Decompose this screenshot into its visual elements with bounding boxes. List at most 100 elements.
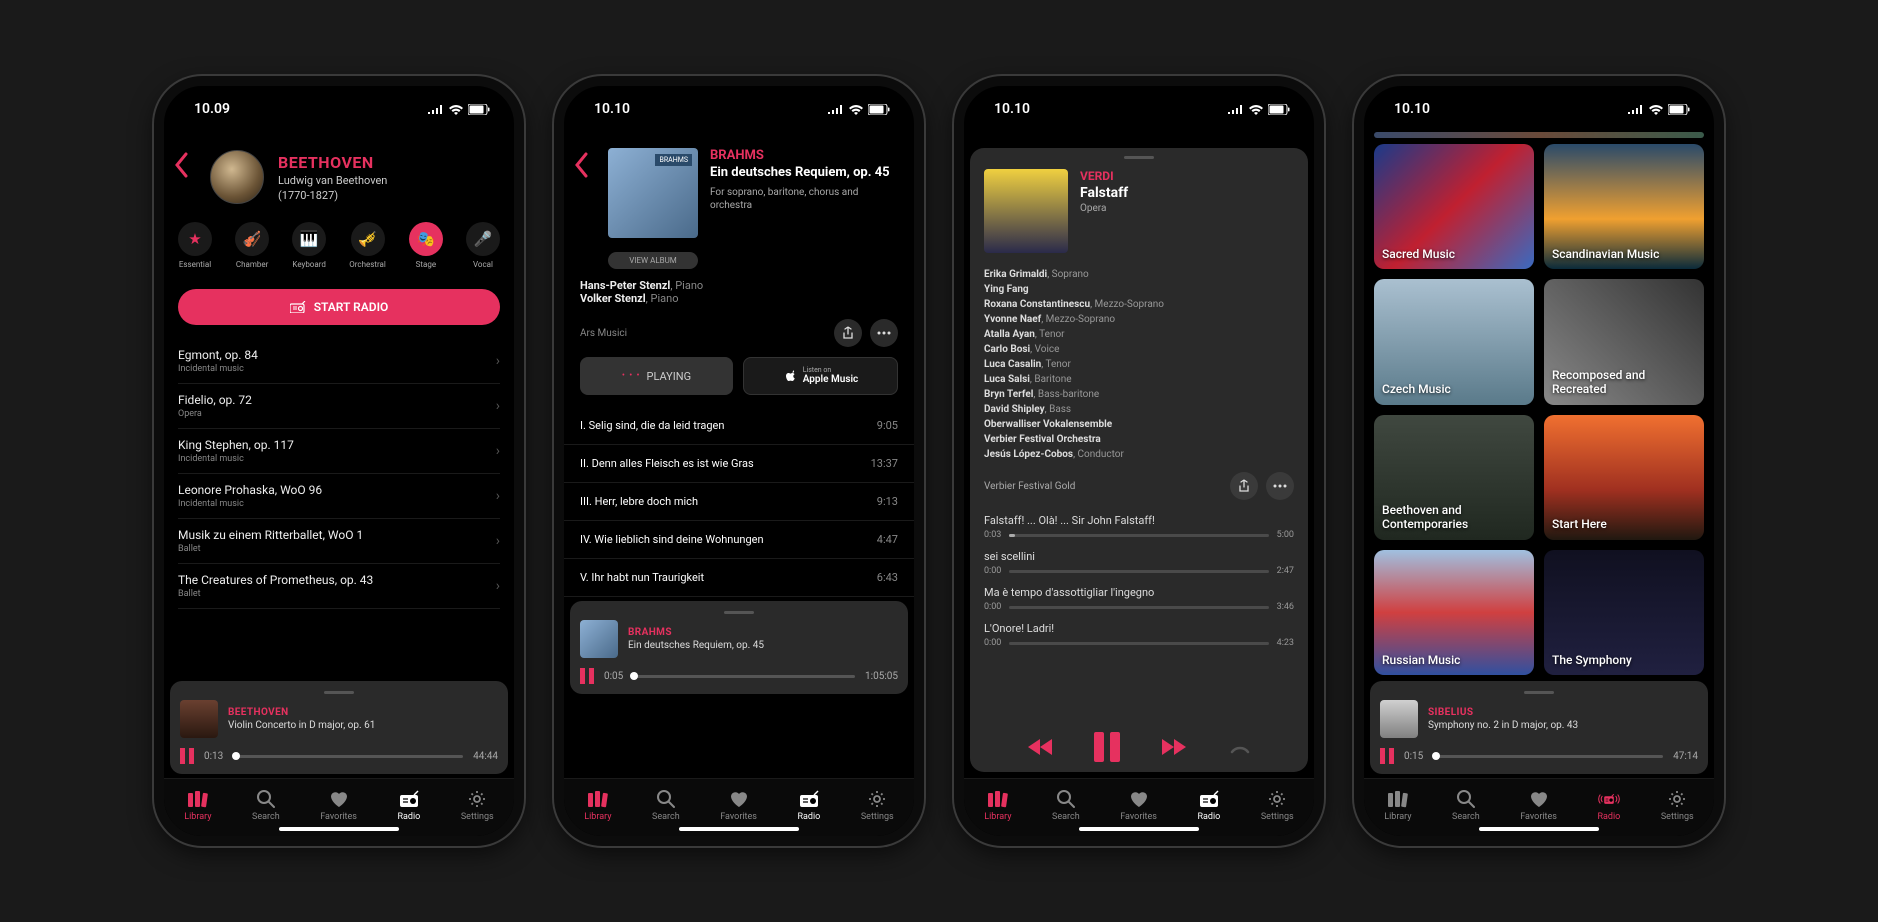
tab-radio[interactable]: Radio: [797, 788, 820, 822]
work-item[interactable]: King Stephen, op. 117Incidental music›: [178, 429, 500, 474]
tab-settings[interactable]: Settings: [461, 788, 494, 822]
more-button[interactable]: [1266, 472, 1294, 500]
home-indicator[interactable]: [1479, 827, 1599, 831]
home-indicator[interactable]: [679, 827, 799, 831]
home-indicator[interactable]: [1079, 827, 1199, 831]
mini-duration: 47:14: [1673, 751, 1698, 762]
grabber[interactable]: [1124, 156, 1154, 159]
tab-search[interactable]: Search: [652, 788, 680, 822]
work-item[interactable]: Egmont, op. 84Incidental music›: [178, 339, 500, 384]
prev-button[interactable]: [1026, 737, 1054, 757]
np-track-progress[interactable]: [1009, 534, 1268, 537]
radio-tile[interactable]: Russian Music: [1374, 550, 1534, 675]
track-item[interactable]: V. Ihr habt nun Traurigkeit6:43: [564, 559, 914, 597]
radio-tile[interactable]: Sacred Music: [1374, 144, 1534, 269]
tab-favorites[interactable]: Favorites: [1520, 788, 1557, 822]
tab-label: Settings: [461, 812, 494, 822]
radio-tile[interactable]: Start Here: [1544, 415, 1704, 540]
grabber[interactable]: [724, 611, 754, 614]
next-button[interactable]: [1160, 737, 1188, 757]
work-item[interactable]: Leonore Prohaska, WoO 96Incidental music…: [178, 474, 500, 519]
work-item[interactable]: Musik zu einem Ritterballet, WoO 1Ballet…: [178, 519, 500, 564]
tab-label: Favorites: [320, 812, 357, 822]
track-item[interactable]: II. Denn alles Fleisch es ist wie Gras13…: [564, 445, 914, 483]
tab-library[interactable]: Library: [984, 788, 1011, 822]
composer-header: BEETHOVEN Ludwig van Beethoven (1770-182…: [164, 132, 514, 218]
pause-button[interactable]: [580, 668, 594, 684]
mini-player[interactable]: BEETHOVEN Violin Concerto in D major, op…: [170, 681, 508, 774]
np-track-progress[interactable]: [1009, 570, 1268, 573]
np-controls: [984, 732, 1294, 762]
mini-player[interactable]: SIBELIUS Symphony no. 2 in D major, op. …: [1370, 681, 1708, 774]
track-item[interactable]: III. Herr, lebre doch mich9:13: [564, 483, 914, 521]
category-essential[interactable]: ★Essential: [178, 222, 212, 269]
tab-search[interactable]: Search: [1052, 788, 1080, 822]
radio-tile[interactable]: Recomposed and Recreated: [1544, 279, 1704, 404]
work-item[interactable]: Fidelio, op. 72Opera›: [178, 384, 500, 429]
tab-search[interactable]: Search: [252, 788, 280, 822]
track-duration: 6:43: [877, 571, 898, 584]
cast-item: Yvonne Naef, Mezzo-Soprano: [984, 312, 1294, 327]
home-indicator[interactable]: [279, 827, 399, 831]
pause-button[interactable]: [1094, 732, 1120, 762]
pause-button[interactable]: [1380, 748, 1394, 764]
track-item[interactable]: I. Selig sind, die da leid tragen9:05: [564, 407, 914, 445]
tab-library[interactable]: Library: [1384, 788, 1411, 822]
composer-avatar: [210, 150, 264, 204]
tab-radio[interactable]: Radio: [1597, 788, 1620, 822]
phone-screen-4: 10.10 Sacred MusicScandinavian MusicCzec…: [1354, 76, 1724, 846]
np-track-progress[interactable]: [1009, 606, 1268, 609]
share-button[interactable]: [1230, 472, 1258, 500]
category-icon: 🎤: [466, 222, 500, 256]
grabber[interactable]: [1524, 691, 1554, 694]
start-radio-button[interactable]: START RADIO: [178, 289, 500, 325]
grabber[interactable]: [324, 691, 354, 694]
share-button[interactable]: [834, 319, 862, 347]
tab-search[interactable]: Search: [1452, 788, 1480, 822]
np-track-item[interactable]: Falstaff! ... Olà! ... Sir John Falstaff…: [984, 514, 1294, 540]
mini-album-art: [580, 620, 618, 658]
tab-library[interactable]: Library: [184, 788, 211, 822]
radio-tile[interactable]: Beethoven and Contemporaries: [1374, 415, 1534, 540]
tab-radio[interactable]: Radio: [1197, 788, 1220, 822]
tab-label: Search: [1052, 812, 1080, 822]
settings-icon: [866, 788, 888, 810]
np-track-item[interactable]: L'Onore! Ladri!0:004:23: [984, 622, 1294, 648]
back-button[interactable]: [174, 152, 188, 178]
back-button[interactable]: [574, 152, 588, 178]
playing-button[interactable]: • • • PLAYING: [580, 357, 733, 395]
np-track-item[interactable]: Ma è tempo d'assottigliar l'ingegno0:003…: [984, 586, 1294, 612]
category-vocal[interactable]: 🎤Vocal: [466, 222, 500, 269]
radio-tile[interactable]: Scandinavian Music: [1544, 144, 1704, 269]
more-button[interactable]: [870, 319, 898, 347]
tab-settings[interactable]: Settings: [861, 788, 894, 822]
view-album-button[interactable]: VIEW ALBUM: [608, 252, 698, 269]
mini-progress[interactable]: [233, 755, 463, 758]
np-track-item[interactable]: sei scellini0:002:47: [984, 550, 1294, 576]
pause-button[interactable]: [180, 748, 194, 764]
np-track-duration: 4:23: [1277, 638, 1294, 648]
tab-favorites[interactable]: Favorites: [320, 788, 357, 822]
mini-progress[interactable]: [1433, 755, 1663, 758]
cast-item: Luca Casalin, Tenor: [984, 357, 1294, 372]
tab-favorites[interactable]: Favorites: [720, 788, 757, 822]
tab-settings[interactable]: Settings: [1661, 788, 1694, 822]
category-keyboard[interactable]: 🎹Keyboard: [292, 222, 326, 269]
radio-tile[interactable]: Czech Music: [1374, 279, 1534, 404]
tab-favorites[interactable]: Favorites: [1120, 788, 1157, 822]
tab-radio[interactable]: Radio: [397, 788, 420, 822]
tab-settings[interactable]: Settings: [1261, 788, 1294, 822]
np-track-progress[interactable]: [1009, 642, 1268, 645]
category-orchestral[interactable]: 🎺Orchestral: [349, 222, 386, 269]
radio-tile[interactable]: The Symphony: [1544, 550, 1704, 675]
track-item[interactable]: IV. Wie lieblich sind deine Wohnungen4:4…: [564, 521, 914, 559]
mini-progress[interactable]: [633, 675, 855, 678]
tab-library[interactable]: Library: [584, 788, 611, 822]
work-item[interactable]: The Creatures of Prometheus, op. 43Balle…: [178, 564, 500, 609]
track-duration: 4:47: [877, 533, 898, 546]
apple-music-button[interactable]: Listen onApple Music: [743, 357, 898, 395]
category-chamber[interactable]: 🎻Chamber: [235, 222, 269, 269]
mini-player[interactable]: BRAHMS Ein deutsches Requiem, op. 45 0:0…: [570, 601, 908, 694]
album-description: For soprano, baritone, chorus and orches…: [710, 186, 898, 212]
category-stage[interactable]: 🎭Stage: [409, 222, 443, 269]
